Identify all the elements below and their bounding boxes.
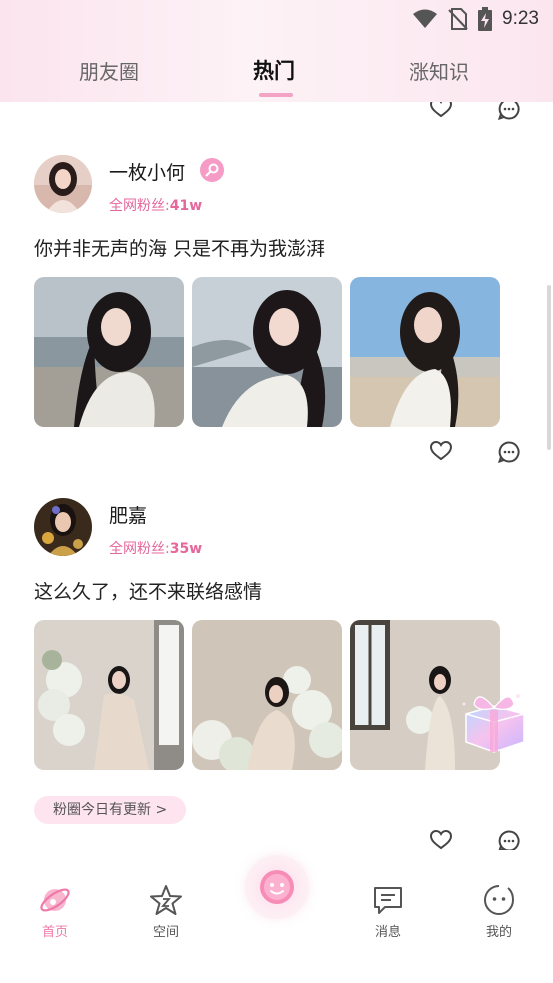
like-heart-icon[interactable] bbox=[430, 441, 452, 461]
active-tab-indicator bbox=[259, 93, 293, 97]
post-username[interactable]: 一枚小何 bbox=[109, 158, 185, 185]
tab-hot[interactable]: 热门 bbox=[253, 55, 295, 85]
message-icon bbox=[374, 887, 402, 914]
smiley-face-icon bbox=[260, 870, 294, 904]
nav-home[interactable]: 首页 bbox=[25, 883, 85, 940]
photo-grid bbox=[34, 277, 500, 427]
post-photo[interactable] bbox=[192, 277, 342, 427]
center-action-button[interactable] bbox=[245, 855, 309, 919]
post-photo[interactable] bbox=[192, 620, 342, 770]
planet-icon bbox=[40, 888, 70, 912]
post-actions bbox=[430, 830, 520, 850]
bottom-navigation: 首页 空间 消息 我的 bbox=[0, 850, 553, 983]
fans-count: 全网粉丝:41w bbox=[109, 195, 202, 215]
nav-home-label: 首页 bbox=[41, 925, 68, 940]
fans-count: 全网粉丝:35w bbox=[109, 538, 202, 558]
fans-number: 35w bbox=[169, 541, 203, 557]
like-heart-icon[interactable] bbox=[430, 102, 452, 118]
comment-bubble-icon[interactable] bbox=[498, 441, 520, 463]
avatar[interactable] bbox=[34, 498, 92, 556]
gift-box-icon[interactable] bbox=[456, 684, 532, 756]
fans-number: 41w bbox=[169, 198, 203, 214]
fan-circle-update-pill[interactable]: 粉圈今日有更新 > bbox=[34, 796, 187, 824]
post-text: 你并非无声的海 只是不再为我澎湃 bbox=[34, 238, 326, 260]
like-heart-icon[interactable] bbox=[430, 830, 452, 850]
nav-space[interactable]: 空间 bbox=[136, 883, 196, 940]
search-badge-icon bbox=[200, 158, 224, 182]
no-sim-icon bbox=[448, 8, 468, 30]
previous-post-actions bbox=[430, 102, 520, 120]
top-tabs: 朋友圈 热门 涨知识 bbox=[0, 48, 553, 88]
star-icon bbox=[150, 885, 182, 915]
profile-face-icon bbox=[484, 885, 515, 915]
comment-bubble-icon[interactable] bbox=[498, 830, 520, 850]
fans-label: 全网粉丝: bbox=[109, 198, 170, 214]
top-header: 9:23 朋友圈 热门 涨知识 bbox=[0, 0, 553, 102]
nav-profile[interactable]: 我的 bbox=[469, 883, 529, 940]
nav-profile-label: 我的 bbox=[485, 925, 512, 940]
nav-messages-label: 消息 bbox=[374, 925, 401, 940]
post-photo[interactable] bbox=[34, 620, 184, 770]
tab-friends[interactable]: 朋友圈 bbox=[79, 56, 139, 85]
wifi-icon bbox=[413, 9, 438, 28]
battery-charging-icon bbox=[478, 7, 493, 31]
clock: 9:23 bbox=[502, 8, 539, 29]
status-bar: 9:23 bbox=[412, 0, 553, 38]
feed-scrollbar[interactable] bbox=[547, 285, 551, 450]
post-text: 这么久了，还不来联络感情 bbox=[34, 581, 263, 603]
photo-grid bbox=[34, 620, 500, 770]
comment-bubble-icon[interactable] bbox=[498, 102, 520, 120]
avatar[interactable] bbox=[34, 155, 92, 213]
tab-knowledge[interactable]: 涨知识 bbox=[409, 56, 469, 85]
nav-space-label: 空间 bbox=[152, 925, 179, 940]
post-actions bbox=[430, 441, 520, 463]
nav-messages[interactable]: 消息 bbox=[358, 883, 418, 940]
post-username[interactable]: 肥嘉 bbox=[109, 501, 147, 528]
post-photo[interactable] bbox=[34, 277, 184, 427]
post-photo[interactable] bbox=[350, 277, 500, 427]
fans-label: 全网粉丝: bbox=[109, 541, 170, 557]
